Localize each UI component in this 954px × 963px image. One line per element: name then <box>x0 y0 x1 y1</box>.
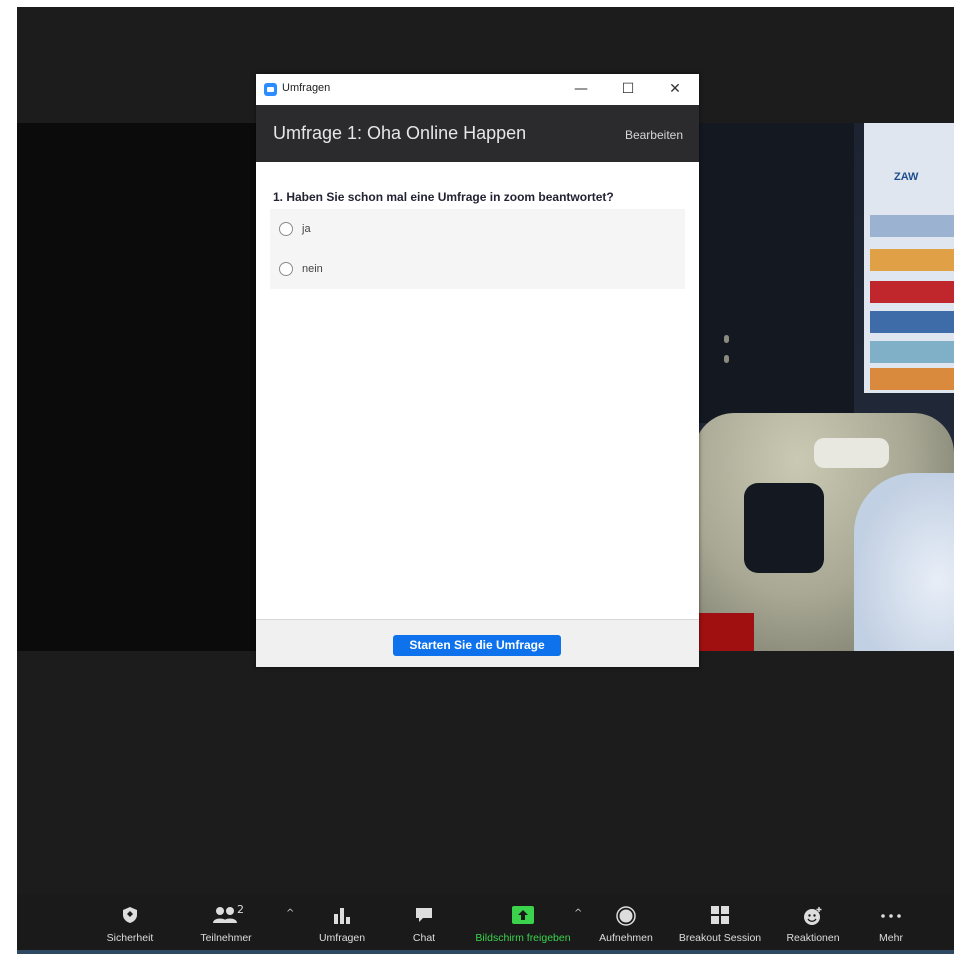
wall-dot <box>724 335 729 343</box>
toolbar-label: Umfragen <box>318 932 366 944</box>
poll-footer: Starten Sie die Umfrage <box>256 619 699 667</box>
toolbar-label: Bildschirm freigeben <box>475 932 571 944</box>
banner-strip <box>870 281 954 303</box>
minimize-button[interactable]: — <box>566 78 596 100</box>
record-icon <box>616 906 636 926</box>
edit-button[interactable]: Bearbeiten <box>625 128 683 142</box>
toolbar-label: Aufnehmen <box>599 932 653 944</box>
video-banner: ZAW <box>864 123 954 393</box>
window-title: Umfragen <box>282 82 331 94</box>
shield-icon <box>123 907 137 923</box>
banner-strip <box>870 368 954 390</box>
chevron-up-icon[interactable]: ^ <box>286 908 294 919</box>
chat-icon <box>416 908 432 922</box>
banner-strip <box>870 215 954 237</box>
meeting-toolbar: Sicherheit 2 ^ Teilnehmer Umfragen Chat … <box>17 894 954 954</box>
toolbar-bottom-line <box>17 950 954 954</box>
zoom-meeting-window: ZAW Umfragen — ☐ ✕ Umfrage 1: Oha Online… <box>17 7 954 954</box>
poll-options: ja nein <box>270 209 685 289</box>
banner-strip <box>870 341 954 363</box>
option-label: nein <box>302 263 323 275</box>
video-left-panel <box>17 123 256 651</box>
bag <box>744 483 824 573</box>
banner-strip <box>870 311 954 333</box>
poll-window: Umfragen — ☐ ✕ Umfrage 1: Oha Online Hap… <box>256 74 699 667</box>
participant-video: ZAW <box>694 123 954 651</box>
breakout-icon <box>711 906 729 924</box>
reactions-icon <box>804 907 822 925</box>
zoom-app-icon <box>264 83 277 96</box>
maximize-button[interactable]: ☐ <box>613 78 643 100</box>
wall-dot <box>724 355 729 363</box>
pillow <box>814 438 889 468</box>
participant-count: 2 <box>237 903 244 916</box>
toolbar-label: Teilnehmer <box>200 932 252 944</box>
person <box>854 473 954 651</box>
banner-strip <box>870 249 954 271</box>
participants-icon <box>213 907 237 923</box>
option-label: ja <box>302 223 311 235</box>
poll-question: 1. Haben Sie schon mal eine Umfrage in z… <box>273 190 614 204</box>
toolbar-label: Chat <box>412 932 436 944</box>
banner-logo: ZAW <box>894 171 919 183</box>
radio-button[interactable] <box>279 262 293 276</box>
toolbar-label: Reaktionen <box>786 932 840 944</box>
more-icon <box>881 914 901 918</box>
poll-title: Umfrage 1: Oha Online Happen <box>273 123 527 143</box>
poll-titlebar[interactable]: Umfragen — ☐ ✕ <box>256 74 699 105</box>
poll-header: Umfrage 1: Oha Online Happen Bearbeiten <box>256 105 699 162</box>
toolbar-label: Sicherheit <box>106 932 154 944</box>
video-wall <box>694 123 854 423</box>
start-poll-button[interactable]: Starten Sie die Umfrage <box>393 635 561 656</box>
poll-option-nein[interactable]: nein <box>270 249 685 289</box>
toolbar-label: Mehr <box>879 932 903 944</box>
poll-icon <box>334 908 350 924</box>
chevron-up-icon[interactable]: ^ <box>574 908 582 919</box>
poll-option-ja[interactable]: ja <box>270 209 685 249</box>
close-button[interactable]: ✕ <box>660 78 690 100</box>
radio-button[interactable] <box>279 222 293 236</box>
red-object <box>694 613 754 651</box>
share-screen-icon <box>512 906 534 924</box>
toolbar-label: Breakout Session <box>678 932 762 944</box>
